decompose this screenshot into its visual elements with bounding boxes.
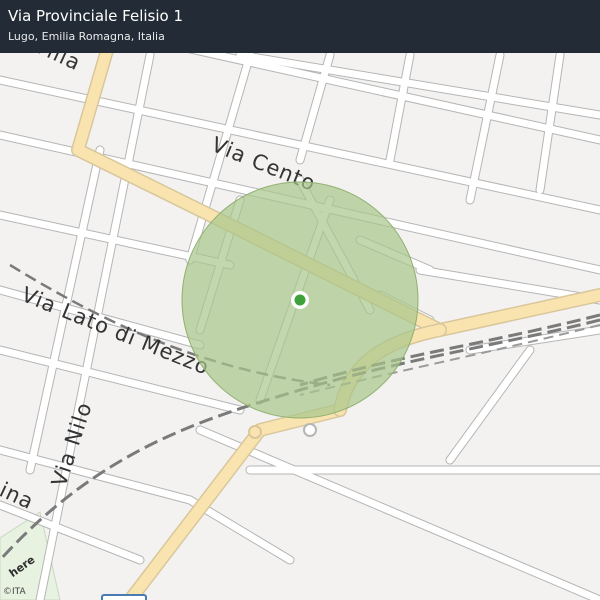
address-title: Via Provinciale Felisio 1: [8, 7, 184, 25]
bottom-badge: [101, 594, 147, 600]
location-header: Via Provinciale Felisio 1 Lugo, Emilia R…: [0, 0, 600, 53]
roundabout: [248, 425, 262, 439]
map[interactable]: Villa Via Cento Via Lato di Mezzo Via Ni…: [0, 0, 600, 600]
roundabout: [303, 423, 317, 437]
map-canvas[interactable]: Villa Via Cento Via Lato di Mezzo Via Ni…: [0, 0, 600, 600]
map-copyright: ©ITA: [3, 587, 26, 597]
location-dot-icon[interactable]: [291, 291, 309, 309]
address-subtitle: Lugo, Emilia Romagna, Italia: [8, 30, 165, 43]
